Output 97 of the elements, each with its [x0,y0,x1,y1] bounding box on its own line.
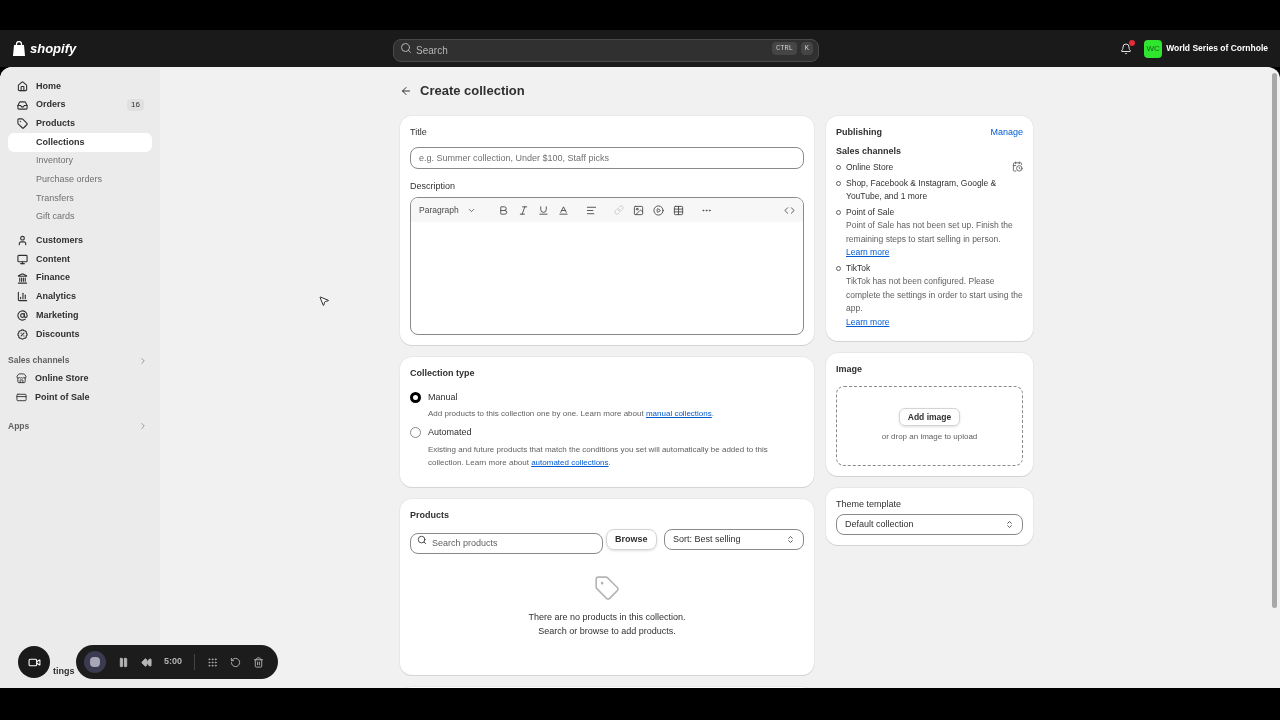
card-heading: Products [410,508,450,522]
empty-state-text: There are no products in this collection. Search or browse to add products. [528,611,686,638]
learn-more-link[interactable]: automated collections [531,457,609,467]
option-description: Add products to this collection one by one. Learn more about manual collections. [428,408,715,420]
learn-more-link[interactable]: Learn more [846,316,890,327]
restart-icon[interactable] [230,656,241,668]
nav-item[interactable]: Point of Sale [8,388,152,407]
manage-link[interactable]: Manage [990,126,1023,140]
bell-icon[interactable] [1120,42,1133,55]
title-field[interactable]: e.g. Summer collection, Under $100, Staff picks [410,146,804,169]
field-label: Description [410,179,457,193]
channel-note: Point of Sale has not been set up. Finish the remaining steps to start selling in person. [846,219,1014,246]
nav-item[interactable]: Content [8,250,152,269]
mouse-cursor-icon [318,295,330,307]
paragraph-dropdown[interactable]: Paragraph [419,203,489,217]
section-heading: Apps [8,419,30,433]
description-editor[interactable]: Paragraph [410,197,804,335]
house-icon [16,80,28,92]
discount-badge-icon [16,328,28,340]
calendar-clock-icon[interactable] [1012,161,1023,172]
card-icon [16,392,27,404]
section-heading: Sales channels [836,144,903,158]
code-icon[interactable] [784,204,795,216]
learn-more-link[interactable]: manual collections [645,409,712,418]
scrollbar[interactable] [1272,73,1277,608]
play-circle-icon[interactable] [653,204,664,216]
field-label: Title [410,126,428,139]
search-icon [400,42,413,54]
add-image-button[interactable]: Add image [898,408,961,426]
bank-icon [16,272,28,284]
radio-button[interactable] [410,391,421,403]
align-left-icon[interactable] [586,204,597,216]
radio-label: Manual [428,390,458,404]
channel-name: TikTok [846,261,871,275]
pause-icon[interactable] [118,656,129,668]
nav-item[interactable]: Home [8,77,152,96]
at-sign-icon [16,310,28,322]
text-color-icon[interactable] [558,204,569,216]
bold-icon[interactable] [498,204,509,216]
nav-item[interactable]: Gift cards [8,207,152,227]
trash-icon[interactable] [253,656,264,668]
rewind-icon[interactable] [141,656,152,668]
nav-item[interactable]: Customers [8,231,152,251]
nav-item[interactable]: Orders 16 [8,95,152,115]
channel-name: Point of Sale [846,205,895,219]
channel-name: Shop, Facebook & Instagram, Google & YouTube, and 1 more [846,176,998,203]
option-description: Existing and future products that match the conditions you set will automatically be added to this collection. Learn more about automated collections. [428,443,769,469]
browse-button[interactable]: Browse [606,529,657,550]
image-icon[interactable] [633,204,644,216]
nav-item[interactable]: Analytics [8,287,152,307]
search-icon [417,534,427,545]
shopping-bag-icon [12,40,26,57]
image-dropzone[interactable]: Add image or drop an image to upload [836,385,1023,466]
underline-icon[interactable] [538,204,549,216]
nav-item[interactable]: Purchase orders [8,170,152,190]
nav-item[interactable]: Finance [8,268,152,288]
count-badge: 16 [127,99,144,112]
store-avatar[interactable]: WC [1144,39,1163,58]
up-down-chevron-icon [786,535,795,544]
nav-item[interactable]: Transfers [8,189,152,208]
italic-icon[interactable] [518,204,529,216]
field-label: Theme template [836,497,903,511]
timer: 5:00 [164,655,182,669]
tray-icon [16,99,28,111]
theme-select[interactable]: Default collection [836,514,1023,535]
product-search-field[interactable]: Search products [410,532,603,554]
back-arrow-icon[interactable] [400,85,412,97]
section-heading: Sales channels [8,354,70,367]
store-name[interactable]: World Series of Cornhole [1166,42,1268,55]
tag-icon [16,118,28,130]
grid-dots-icon[interactable] [207,656,218,668]
nav-item[interactable]: Inventory [8,151,152,171]
up-down-chevron-icon [1005,520,1014,529]
card-heading: Collection type [410,367,476,380]
radio-label: Automated [428,426,472,439]
nav-item[interactable]: Discounts [8,324,152,344]
learn-more-link[interactable]: Learn more [846,247,890,257]
nav-item[interactable]: tings [53,664,75,678]
channel-name: Online Store [846,161,894,174]
logo-text: shopify [30,39,77,58]
person-icon [16,235,28,247]
sort-select[interactable]: Sort: Best selling [664,529,804,550]
bar-chart-icon [16,291,28,303]
dropzone-hint: or drop an image to upload [881,431,978,443]
monitor-icon [16,254,28,266]
table-icon[interactable] [673,204,684,216]
channel-note: TikTok has not been configured. Please complete the settings in order to start using the app. [846,275,1023,315]
card-heading: Publishing [836,126,882,139]
nav-item[interactable]: Online Store [8,369,152,389]
nav-item[interactable]: Collections [8,133,152,152]
card-heading: Image [836,363,863,376]
nav-item[interactable]: Marketing [8,306,152,325]
tag-icon [594,575,620,601]
page-title: Create collection [420,82,525,101]
stop-button[interactable] [84,651,106,673]
nav-item[interactable]: Products [8,114,152,134]
storefront-icon [16,373,27,385]
